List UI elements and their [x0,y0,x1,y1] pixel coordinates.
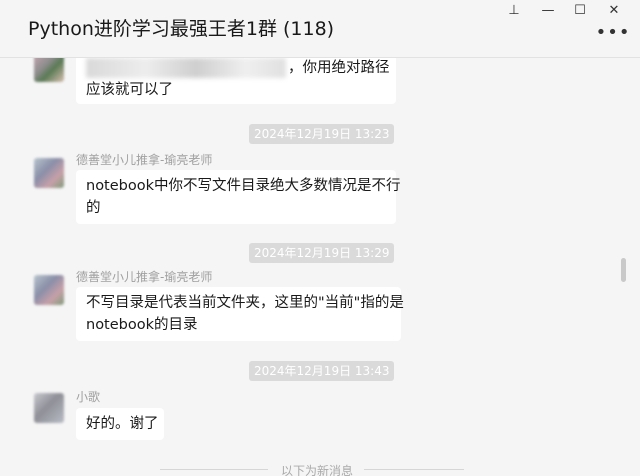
message-line: 好的。谢了 [86,416,159,432]
redacted-text [86,58,286,78]
scrollbar-thumb[interactable] [621,258,626,282]
user-avatar[interactable] [34,393,64,423]
user-avatar[interactable] [34,58,64,82]
timestamp: 2024年12月19日 13:29 [249,243,395,263]
message-line: 的 [86,200,101,216]
message-bubble: 好的。谢了 [76,408,164,440]
message-line: 应该就可以了 [86,82,173,98]
message-line: 不写目录是代表当前文件夹，这里的"当前"指的是 [86,295,404,311]
pin-icon[interactable]: ⊥ [498,0,530,20]
sender-name[interactable]: 德善堂小儿推拿-瑜亮老师 [76,268,212,285]
message-bubble: notebook中你不写文件目录绝大多数情况是不行 的 [76,170,401,224]
divider-line [364,469,464,470]
chat-header: Python进阶学习最强王者1群 (118) ⊥ — ☐ ✕ ••• [0,0,640,58]
message-line: notebook的目录 [86,317,198,333]
close-button[interactable]: ✕ [598,0,630,20]
maximize-button[interactable]: ☐ [564,0,596,20]
message-bubble: ，你用绝对路径 应该就可以了 [76,58,396,104]
user-avatar[interactable] [34,158,64,188]
sender-name[interactable]: 德善堂小儿推拿-瑜亮老师 [76,151,212,168]
new-messages-divider: 以下为新消息 [281,464,354,476]
message-line: ，你用绝对路径 [86,58,390,79]
message-line: notebook中你不写文件目录绝大多数情况是不行 [86,178,401,194]
message-list[interactable]: ，你用绝对路径 应该就可以了 2024年12月19日 13:23 德善堂小儿推拿… [0,58,640,476]
timestamp: 2024年12月19日 13:23 [249,124,395,144]
message-bubble: 不写目录是代表当前文件夹，这里的"当前"指的是 notebook的目录 [76,287,404,341]
sender-name[interactable]: 小歌 [76,388,100,405]
minimize-button[interactable]: — [532,0,564,20]
chat-title: Python进阶学习最强王者1群 (118) [28,18,335,40]
user-avatar[interactable] [34,275,64,305]
divider-line [160,469,268,470]
timestamp: 2024年12月19日 13:43 [249,361,395,381]
more-options-icon[interactable]: ••• [596,22,630,43]
